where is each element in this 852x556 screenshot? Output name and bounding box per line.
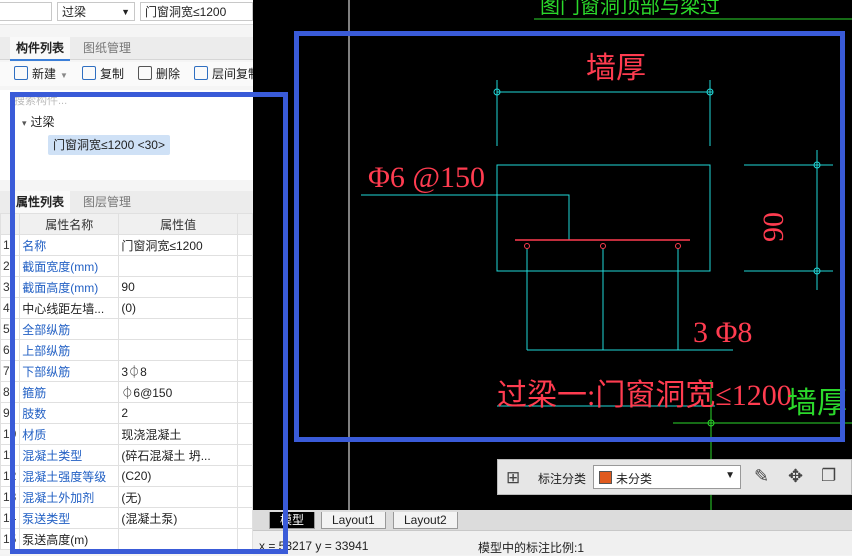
chevron-down-icon: ▼ [121, 7, 130, 17]
annotation-category-select[interactable]: 未分类 ▼ [593, 465, 741, 489]
new-button[interactable]: 新建 ▼ [14, 66, 68, 82]
tab-component-list[interactable]: 构件列表 [10, 37, 71, 61]
floor-copy-icon [194, 66, 208, 80]
chevron-down-icon: ▼ [60, 71, 68, 80]
apps-icon[interactable]: ⊞ [506, 468, 520, 488]
copy-icon[interactable]: ❐ [821, 466, 836, 486]
copy-label: 复制 [100, 67, 125, 81]
edit-icon[interactable]: ✎ [754, 466, 769, 487]
status-bar: x = 53217 y = 33941 模型中的标注比例:1 [253, 530, 852, 555]
layout-tab[interactable]: Layout1 [321, 512, 386, 529]
component-tabs: 构件列表 图纸管理 [0, 37, 253, 61]
floor-copy-button[interactable]: 层间复制 [194, 66, 253, 82]
highlight-box-properties [10, 92, 288, 554]
new-label: 新建 [32, 67, 57, 81]
cad-title: 图门窗洞顶部与梁过 [540, 0, 720, 18]
floor-copy-label: 层间复制 [212, 67, 253, 81]
annotation-toolbar: ⊞ 标注分类 未分类 ▼ ✎ ✥ ❐ [497, 459, 852, 495]
layout-tab[interactable]: Layout2 [393, 512, 458, 529]
chevron-down-icon: ▼ [725, 470, 735, 481]
delete-label: 删除 [156, 67, 181, 81]
annotation-scale: 模型中的标注比例:1 [478, 541, 585, 555]
move-icon[interactable]: ✥ [788, 466, 803, 487]
component-type-value: 过梁 [62, 5, 87, 19]
new-icon [14, 66, 28, 80]
highlight-box-cad [294, 31, 845, 442]
delete-button[interactable]: 删除 [138, 66, 180, 82]
copy-icon [82, 66, 96, 80]
annotation-category-label: 标注分类 [538, 472, 587, 486]
component-name-dropdown[interactable]: 门窗洞宽≤1200 [140, 2, 253, 21]
tab-drawing-management[interactable]: 图纸管理 [77, 37, 137, 59]
dropdown-left[interactable] [0, 2, 52, 21]
trash-icon [138, 66, 152, 80]
component-name-value: 门窗洞宽≤1200 [145, 5, 227, 19]
component-toolbar: 新建▼ 复制 删除 层间复制 [0, 62, 253, 86]
component-type-dropdown[interactable]: 过梁 ▼ [57, 2, 135, 21]
layout-tab-bar: 模型 Layout1 Layout2 [253, 510, 852, 530]
annotation-category-value: 未分类 [616, 472, 653, 486]
copy-button[interactable]: 复制 [82, 66, 124, 82]
category-color-swatch [599, 471, 612, 484]
selector-row: 过梁 ▼ 门窗洞宽≤1200 [0, 0, 253, 25]
